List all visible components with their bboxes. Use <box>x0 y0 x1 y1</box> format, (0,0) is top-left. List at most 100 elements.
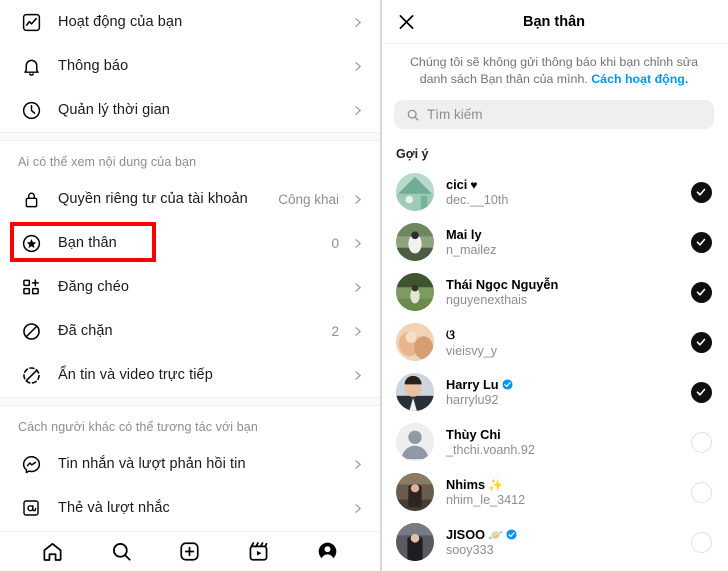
person-name: Harry Lu <box>446 377 499 392</box>
people-list: cici ♥ dec.__10th Mai ly n_mailez Thái N… <box>382 167 726 571</box>
selection-toggle[interactable] <box>690 181 712 203</box>
panel-title: Bạn thân <box>522 13 586 30</box>
block-icon <box>18 318 44 344</box>
check-circle-empty-icon <box>690 431 712 453</box>
search-icon <box>406 108 420 122</box>
person-name-row: Harry Lu <box>446 377 690 392</box>
lock-icon <box>18 186 44 212</box>
heart-emoji-icon: ♥ <box>470 177 478 192</box>
add-post-icon[interactable] <box>178 540 201 563</box>
person-username: dec.__10th <box>446 193 509 207</box>
list-item[interactable]: cici ♥ dec.__10th <box>382 167 726 217</box>
star-circle-icon <box>18 230 44 256</box>
section-header-who-can-see: Ai có thể xem nội dung của bạn <box>18 155 197 169</box>
person-name-row: Mai ly <box>446 227 690 242</box>
selection-toggle[interactable] <box>690 431 712 453</box>
list-item[interactable]: JISOO 🪐 sooy333 <box>382 517 726 567</box>
messenger-icon <box>18 451 44 477</box>
person-username: n_mailez <box>446 243 497 257</box>
avatar <box>396 173 434 211</box>
settings-row-label: Quyền riêng tư của tài khoản <box>58 191 248 207</box>
avatar <box>396 523 434 561</box>
settings-row-hide-story-live[interactable]: Ẩn tin và video trực tiếp <box>0 353 380 397</box>
settings-row-value: Công khai <box>278 191 339 207</box>
section-divider <box>0 397 380 406</box>
verified-badge-icon <box>506 529 517 540</box>
check-circle-filled-icon <box>690 281 712 303</box>
list-item[interactable]: ଓ vieisvy_y <box>382 317 726 367</box>
how-it-works-link[interactable]: Cách hoạt động. <box>591 72 688 86</box>
chevron-right-icon <box>351 281 364 294</box>
person-name-row: cici ♥ <box>446 177 690 192</box>
settings-row-messages-replies[interactable]: Tin nhắn và lượt phản hồi tin <box>0 442 380 486</box>
settings-row-account-privacy[interactable]: Quyền riêng tư của tài khoản Công khai <box>0 177 380 221</box>
crosspost-grid-icon <box>18 274 44 300</box>
check-circle-empty-icon <box>690 481 712 503</box>
selection-toggle[interactable] <box>690 481 712 503</box>
settings-row-close-friends[interactable]: Bạn thân 0 <box>0 221 380 265</box>
reels-icon[interactable] <box>247 540 270 563</box>
panel-description: Chúng tôi sẽ không gửi thông báo khi bạn… <box>382 44 726 94</box>
settings-row-value: 2 <box>331 323 339 339</box>
person-username: vieisvy_y <box>446 343 498 358</box>
person-name: JISOO <box>446 527 486 542</box>
person-username: sooy333 <box>446 543 494 557</box>
person-name-row: Thùy Chi <box>446 427 690 442</box>
at-mention-icon <box>18 495 44 521</box>
app-screenshot: Hoạt động của bạn Thông báo Quản lý thời… <box>0 0 728 571</box>
chevron-right-icon <box>351 458 364 471</box>
chevron-right-icon <box>351 237 364 250</box>
person-info: JISOO 🪐 sooy333 <box>434 527 690 557</box>
avatar <box>396 423 434 461</box>
settings-row-crossposting[interactable]: Đăng chéo <box>0 265 380 309</box>
chevron-right-icon <box>351 325 364 338</box>
list-item[interactable]: Harry Lu harrylu92 <box>382 367 726 417</box>
settings-row-value: 0 <box>331 235 339 251</box>
selection-toggle[interactable] <box>690 281 712 303</box>
settings-row-label: Đăng chéo <box>58 279 130 295</box>
profile-avatar-icon[interactable] <box>316 540 339 563</box>
person-info: Mai ly n_mailez <box>434 227 690 257</box>
search-box[interactable] <box>394 100 714 129</box>
avatar <box>396 373 434 411</box>
activity-chart-icon <box>18 9 44 35</box>
person-name: ଓ <box>446 326 455 342</box>
settings-row-tags-mentions[interactable]: Thẻ và lượt nhắc <box>0 486 380 530</box>
settings-row-time-management[interactable]: Quản lý thời gian <box>0 88 380 132</box>
clock-icon <box>18 97 44 123</box>
section-header-how-others-interact: Cách người khác có thể tương tác với bạn <box>18 420 258 434</box>
selection-toggle[interactable] <box>690 331 712 353</box>
settings-row-label: Bạn thân <box>58 235 117 251</box>
settings-row-blocked[interactable]: Đã chặn 2 <box>0 309 380 353</box>
settings-list: Hoạt động của bạn Thông báo Quản lý thời… <box>0 0 380 531</box>
bottom-navigation-bar <box>0 531 380 571</box>
settings-row-label: Thông báo <box>58 58 129 74</box>
chevron-right-icon <box>351 369 364 382</box>
chevron-right-icon <box>351 104 364 117</box>
selection-toggle[interactable] <box>690 381 712 403</box>
chevron-right-icon <box>351 502 364 515</box>
search-input[interactable] <box>427 107 702 122</box>
list-item[interactable]: Mai ly n_mailez <box>382 217 726 267</box>
chevron-right-icon <box>351 193 364 206</box>
person-username: _thchi.voanh.92 <box>446 443 535 457</box>
ringed-planet-emoji-icon: 🪐 <box>488 527 504 542</box>
person-name-row: JISOO 🪐 <box>446 527 690 542</box>
selection-toggle[interactable] <box>690 531 712 553</box>
selection-toggle[interactable] <box>690 231 712 253</box>
settings-row-activity[interactable]: Hoạt động của bạn <box>0 0 380 44</box>
close-icon[interactable] <box>396 11 417 32</box>
settings-row-label: Đã chặn <box>58 323 113 339</box>
settings-row-label: Quản lý thời gian <box>58 102 170 118</box>
settings-row-notifications[interactable]: Thông báo <box>0 44 380 88</box>
list-item[interactable]: Nhims ✨ nhim_le_3412 <box>382 467 726 517</box>
person-name-row: Thái Ngọc Nguyễn <box>446 277 690 292</box>
list-item[interactable]: Thái Ngọc Nguyễn nguyenexthais <box>382 267 726 317</box>
list-item[interactable]: Thùy Chi _thchi.voanh.92 <box>382 417 726 467</box>
person-username: harrylu92 <box>446 393 499 407</box>
section-divider <box>0 132 380 141</box>
chevron-right-icon <box>351 16 364 29</box>
check-circle-filled-icon <box>690 181 712 203</box>
home-icon[interactable] <box>41 540 64 563</box>
search-icon[interactable] <box>110 540 133 563</box>
